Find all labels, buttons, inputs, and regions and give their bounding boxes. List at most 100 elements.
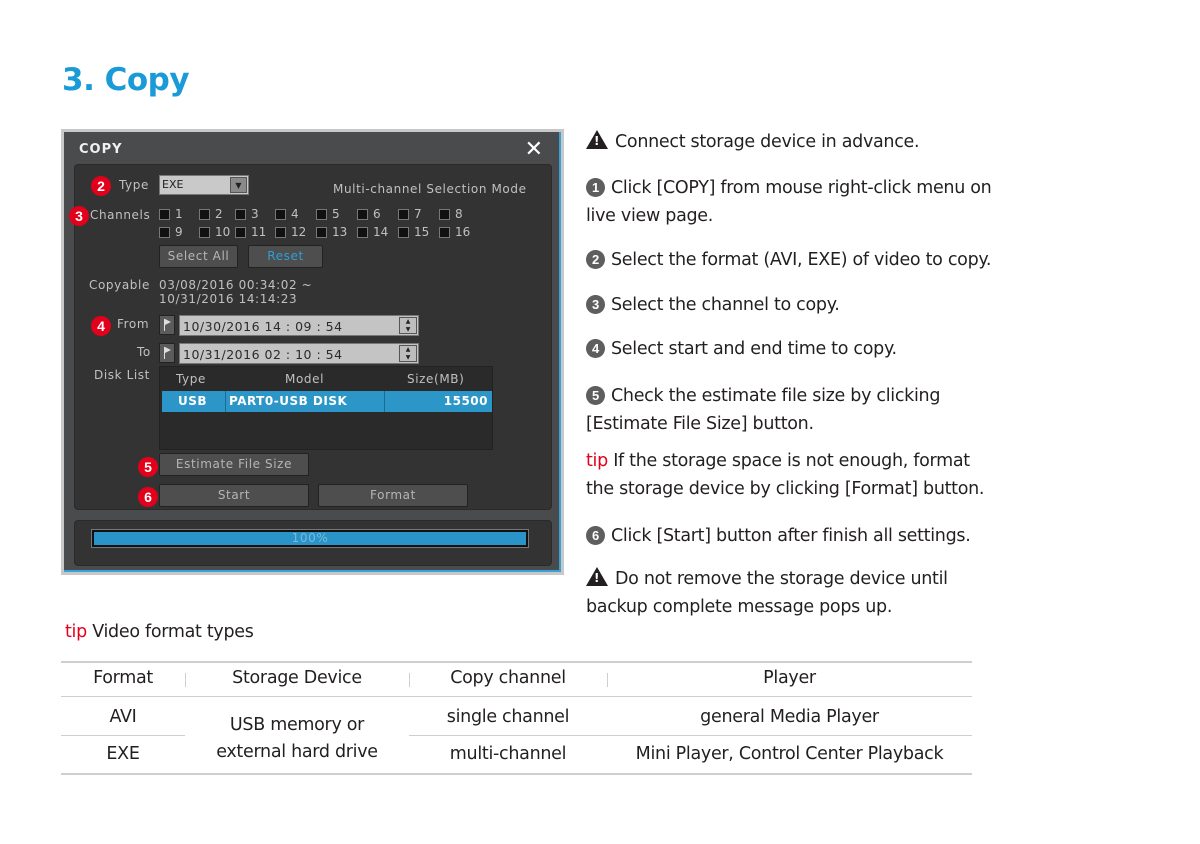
step-1-text: Click [COPY] from mouse right-click menu… xyxy=(586,178,992,226)
channel-number: 6 xyxy=(373,207,381,221)
select-all-button[interactable]: Select All xyxy=(159,245,238,268)
chevron-down-icon[interactable]: ▼ xyxy=(230,177,247,193)
start-button[interactable]: Start xyxy=(159,484,309,507)
channel-checkbox-13[interactable]: 13 xyxy=(316,225,347,239)
spin-down-icon[interactable]: ▼ xyxy=(400,354,416,362)
channel-checkbox-9[interactable]: 9 xyxy=(159,225,183,239)
progress-text: 100% xyxy=(291,531,329,545)
number-1-icon: 1 xyxy=(586,178,605,197)
reset-button[interactable]: Reset xyxy=(248,245,323,268)
disk-list-label: Disk List xyxy=(94,368,150,382)
step-1: 1 Click [COPY] from mouse right-click men… xyxy=(586,174,996,230)
channel-checkbox-16[interactable]: 16 xyxy=(439,225,470,239)
disk-col-model: Model xyxy=(285,372,325,386)
channel-checkbox-12[interactable]: 12 xyxy=(275,225,306,239)
channel-number: 10 xyxy=(215,225,231,239)
dialog-body: 2 Type EXE ▼ Multi-channel Selection Mod… xyxy=(69,164,552,510)
page-title: 3. Copy xyxy=(62,62,190,98)
storage-line-2: external hard drive xyxy=(216,742,378,762)
copy-dialog-frame: COPY ✕ 2 Type EXE ▼ Multi-channel Select… xyxy=(61,129,564,575)
channel-checkbox-14[interactable]: 14 xyxy=(357,225,388,239)
mode-label: Multi-channel Selection Mode xyxy=(333,182,527,196)
format-button[interactable]: Format xyxy=(318,484,468,507)
warning-icon xyxy=(586,567,608,586)
step-2-text: Select the format (AVI, EXE) of video to… xyxy=(611,250,992,270)
progress-bar: 100% xyxy=(91,529,529,548)
disk-row[interactable]: USB PART0-USB DISK 15500 xyxy=(162,391,492,412)
copy-dialog: COPY ✕ 2 Type EXE ▼ Multi-channel Select… xyxy=(64,132,561,572)
header-channel: Copy channel xyxy=(450,668,566,688)
channel-checkbox-5[interactable]: 5 xyxy=(316,207,340,221)
from-datetime-input[interactable]: 10/30/2016 14 : 09 : 54 ▲ ▼ xyxy=(179,315,419,336)
channel-checkbox-11[interactable]: 11 xyxy=(235,225,266,239)
checkbox-icon[interactable] xyxy=(439,208,450,220)
channel-number: 7 xyxy=(414,207,422,221)
warning-connect-text: Connect storage device in advance. xyxy=(615,132,920,152)
row-exe-channel: multi-channel xyxy=(449,744,567,764)
checkbox-icon[interactable] xyxy=(275,226,286,238)
channel-checkbox-4[interactable]: 4 xyxy=(275,207,299,221)
checkbox-icon[interactable] xyxy=(398,208,409,220)
step-badge-4: 4 xyxy=(91,316,111,336)
tip-label: tip xyxy=(586,451,608,471)
checkbox-icon[interactable] xyxy=(398,226,409,238)
checkbox-icon[interactable] xyxy=(316,226,327,238)
step-badge-5: 5 xyxy=(138,457,158,477)
channel-number: 12 xyxy=(291,225,307,239)
type-label: Type xyxy=(119,178,149,192)
spin-up-icon[interactable]: ▲ xyxy=(400,318,416,326)
flag-icon[interactable] xyxy=(159,343,175,363)
channel-checkbox-15[interactable]: 15 xyxy=(398,225,429,239)
checkbox-icon[interactable] xyxy=(439,226,450,238)
checkbox-icon[interactable] xyxy=(199,226,210,238)
checkbox-icon[interactable] xyxy=(357,208,368,220)
close-icon[interactable]: ✕ xyxy=(525,137,543,162)
channel-checkbox-3[interactable]: 3 xyxy=(235,207,259,221)
checkbox-icon[interactable] xyxy=(159,226,170,238)
flag-icon[interactable] xyxy=(159,315,175,335)
estimate-file-size-button[interactable]: Estimate File Size xyxy=(159,453,309,476)
row-avi-channel: single channel xyxy=(446,707,570,727)
channel-checkbox-1[interactable]: 1 xyxy=(159,207,183,221)
checkbox-icon[interactable] xyxy=(235,208,246,220)
channel-checkbox-6[interactable]: 6 xyxy=(357,207,381,221)
number-6-icon: 6 xyxy=(586,526,605,545)
channel-checkbox-2[interactable]: 2 xyxy=(199,207,223,221)
checkbox-icon[interactable] xyxy=(235,226,246,238)
tip-format: tip If the storage space is not enough, … xyxy=(586,447,996,503)
checkbox-icon[interactable] xyxy=(357,226,368,238)
format-table-title: tip Video format types xyxy=(65,622,254,642)
channel-number: 13 xyxy=(332,225,348,239)
row-avi-player: general Media Player xyxy=(700,707,879,727)
warning-connect: Connect storage device in advance. xyxy=(586,128,996,156)
checkbox-icon[interactable] xyxy=(199,208,210,220)
from-spinner[interactable]: ▲ ▼ xyxy=(399,317,417,334)
step-2: 2 Select the format (AVI, EXE) of video t… xyxy=(586,246,996,274)
channel-checkbox-8[interactable]: 8 xyxy=(439,207,463,221)
channel-number: 11 xyxy=(251,225,267,239)
spin-up-icon[interactable]: ▲ xyxy=(400,346,416,354)
disk-model: PART0-USB DISK xyxy=(229,394,348,408)
channel-number: 2 xyxy=(215,207,223,221)
channel-checkbox-10[interactable]: 10 xyxy=(199,225,230,239)
row-exe-player: Mini Player, Control Center Playback xyxy=(635,744,944,764)
header-player: Player xyxy=(763,668,816,688)
channel-number: 9 xyxy=(175,225,183,239)
row-rule xyxy=(61,735,185,736)
step-4: 4 Select start and end time to copy. xyxy=(586,335,996,363)
to-datetime-input[interactable]: 10/31/2016 02 : 10 : 54 ▲ ▼ xyxy=(179,343,419,364)
checkbox-icon[interactable] xyxy=(316,208,327,220)
type-select[interactable]: EXE ▼ xyxy=(159,175,249,195)
disk-type: USB xyxy=(178,394,208,408)
number-5-icon: 5 xyxy=(586,386,605,405)
warning-remove-text: Do not remove the storage device until b… xyxy=(586,569,948,617)
channel-checkbox-7[interactable]: 7 xyxy=(398,207,422,221)
from-datetime-value: 10/30/2016 14 : 09 : 54 xyxy=(183,319,343,334)
to-spinner[interactable]: ▲ ▼ xyxy=(399,345,417,362)
checkbox-icon[interactable] xyxy=(159,208,170,220)
channel-number: 16 xyxy=(455,225,471,239)
step-badge-6: 6 xyxy=(138,487,158,507)
warning-remove: Do not remove the storage device until b… xyxy=(586,565,966,621)
spin-down-icon[interactable]: ▼ xyxy=(400,326,416,334)
checkbox-icon[interactable] xyxy=(275,208,286,220)
